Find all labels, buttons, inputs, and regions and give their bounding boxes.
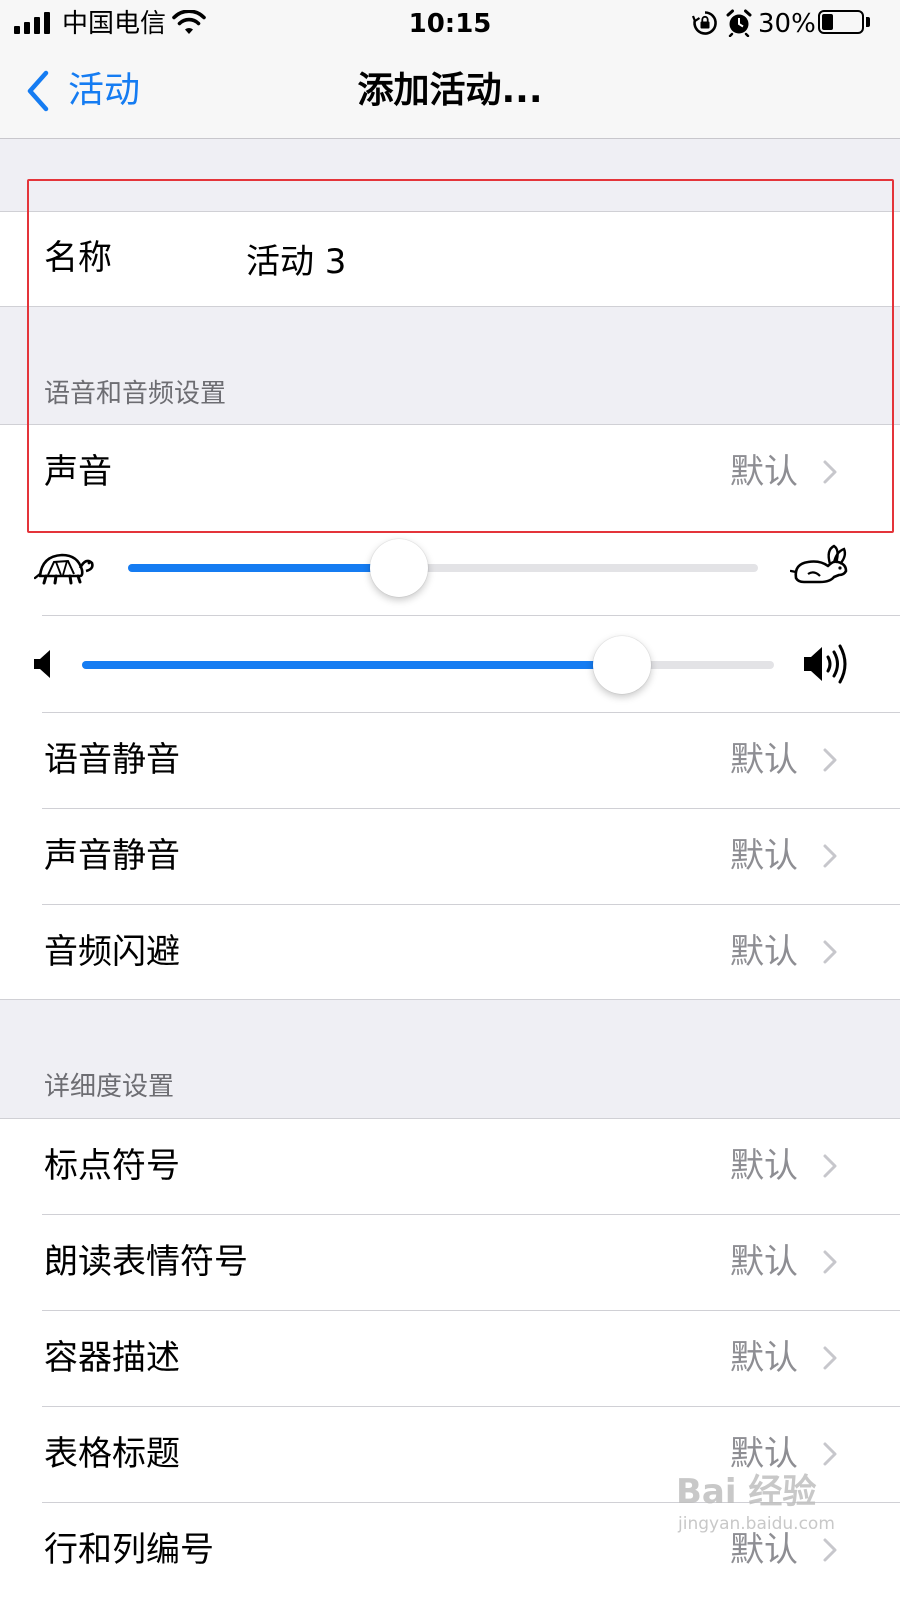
navigation-bar: 活动 添加活动... — [0, 48, 900, 139]
speaking-rate-fill — [128, 564, 399, 572]
page-title: 添加活动... — [357, 70, 543, 111]
battery-icon — [818, 10, 864, 34]
watermark-logo-text: Bai 经验 — [676, 1472, 817, 1512]
chevron-right-icon — [823, 1442, 837, 1466]
audio-ducking-value: 默认 — [730, 932, 798, 972]
back-button[interactable]: 活动 — [22, 62, 162, 122]
volume-knob[interactable] — [592, 636, 651, 694]
chevron-right-icon — [823, 1250, 837, 1274]
voice-mute-value: 默认 — [730, 740, 798, 780]
orientation-lock-icon — [692, 11, 717, 35]
container-description-label: 容器描述 — [44, 1338, 180, 1378]
battery-percent: 30% — [758, 9, 816, 39]
speak-emoji-row[interactable]: 朗读表情符号 默认 — [0, 1215, 900, 1310]
rabbit-icon — [790, 544, 848, 584]
punctuation-row[interactable]: 标点符号 默认 — [0, 1119, 900, 1214]
signal-icon — [14, 12, 50, 34]
volume-fill — [82, 661, 622, 669]
watermark: Bai 经验 jingyan.baidu.com — [676, 1472, 876, 1542]
highlight-box — [27, 179, 894, 533]
chevron-right-icon — [823, 748, 837, 772]
voice-mute-label: 语音静音 — [44, 740, 180, 780]
sound-mute-value: 默认 — [730, 836, 798, 876]
watermark-url: jingyan.baidu.com — [678, 1514, 835, 1534]
wifi-icon — [172, 10, 206, 34]
section-header-verbosity: 详细度设置 — [44, 1072, 175, 1102]
voice-mute-row[interactable]: 语音静音 默认 — [0, 713, 900, 808]
speak-emoji-label: 朗读表情符号 — [44, 1242, 248, 1282]
clock: 10:15 — [408, 9, 492, 39]
container-description-value: 默认 — [730, 1338, 798, 1378]
speaking-rate-slider-row — [0, 520, 900, 616]
sound-mute-row[interactable]: 声音静音 默认 — [0, 809, 900, 904]
table-headers-label: 表格标题 — [44, 1434, 180, 1474]
row-column-numbers-label: 行和列编号 — [44, 1530, 214, 1570]
audio-ducking-label: 音频闪避 — [44, 932, 180, 972]
battery-cap — [866, 17, 870, 27]
volume-slider[interactable] — [82, 661, 774, 669]
chevron-right-icon — [823, 1346, 837, 1370]
speak-emoji-value: 默认 — [730, 1242, 798, 1282]
speaker-low-icon — [34, 650, 50, 678]
separator — [0, 999, 900, 1000]
sound-mute-label: 声音静音 — [44, 836, 180, 876]
chevron-right-icon — [823, 1154, 837, 1178]
alarm-icon — [726, 9, 752, 37]
battery-level-fill — [822, 14, 833, 30]
punctuation-value: 默认 — [730, 1146, 798, 1186]
container-description-row[interactable]: 容器描述 默认 — [0, 1311, 900, 1406]
punctuation-label: 标点符号 — [44, 1146, 180, 1186]
table-headers-value: 默认 — [730, 1434, 798, 1474]
back-button-label: 活动 — [68, 70, 141, 111]
speaking-rate-knob[interactable] — [369, 539, 428, 597]
volume-slider-row — [0, 616, 900, 712]
chevron-left-icon — [27, 70, 49, 112]
turtle-icon — [34, 553, 94, 585]
audio-ducking-row[interactable]: 音频闪避 默认 — [0, 905, 900, 999]
status-bar: 中国电信 10:15 30% — [0, 0, 900, 48]
speaker-high-icon — [804, 644, 847, 684]
speaking-rate-slider[interactable] — [128, 564, 758, 572]
chevron-right-icon — [823, 940, 837, 964]
carrier-label: 中国电信 — [62, 9, 167, 39]
chevron-right-icon — [823, 844, 837, 868]
